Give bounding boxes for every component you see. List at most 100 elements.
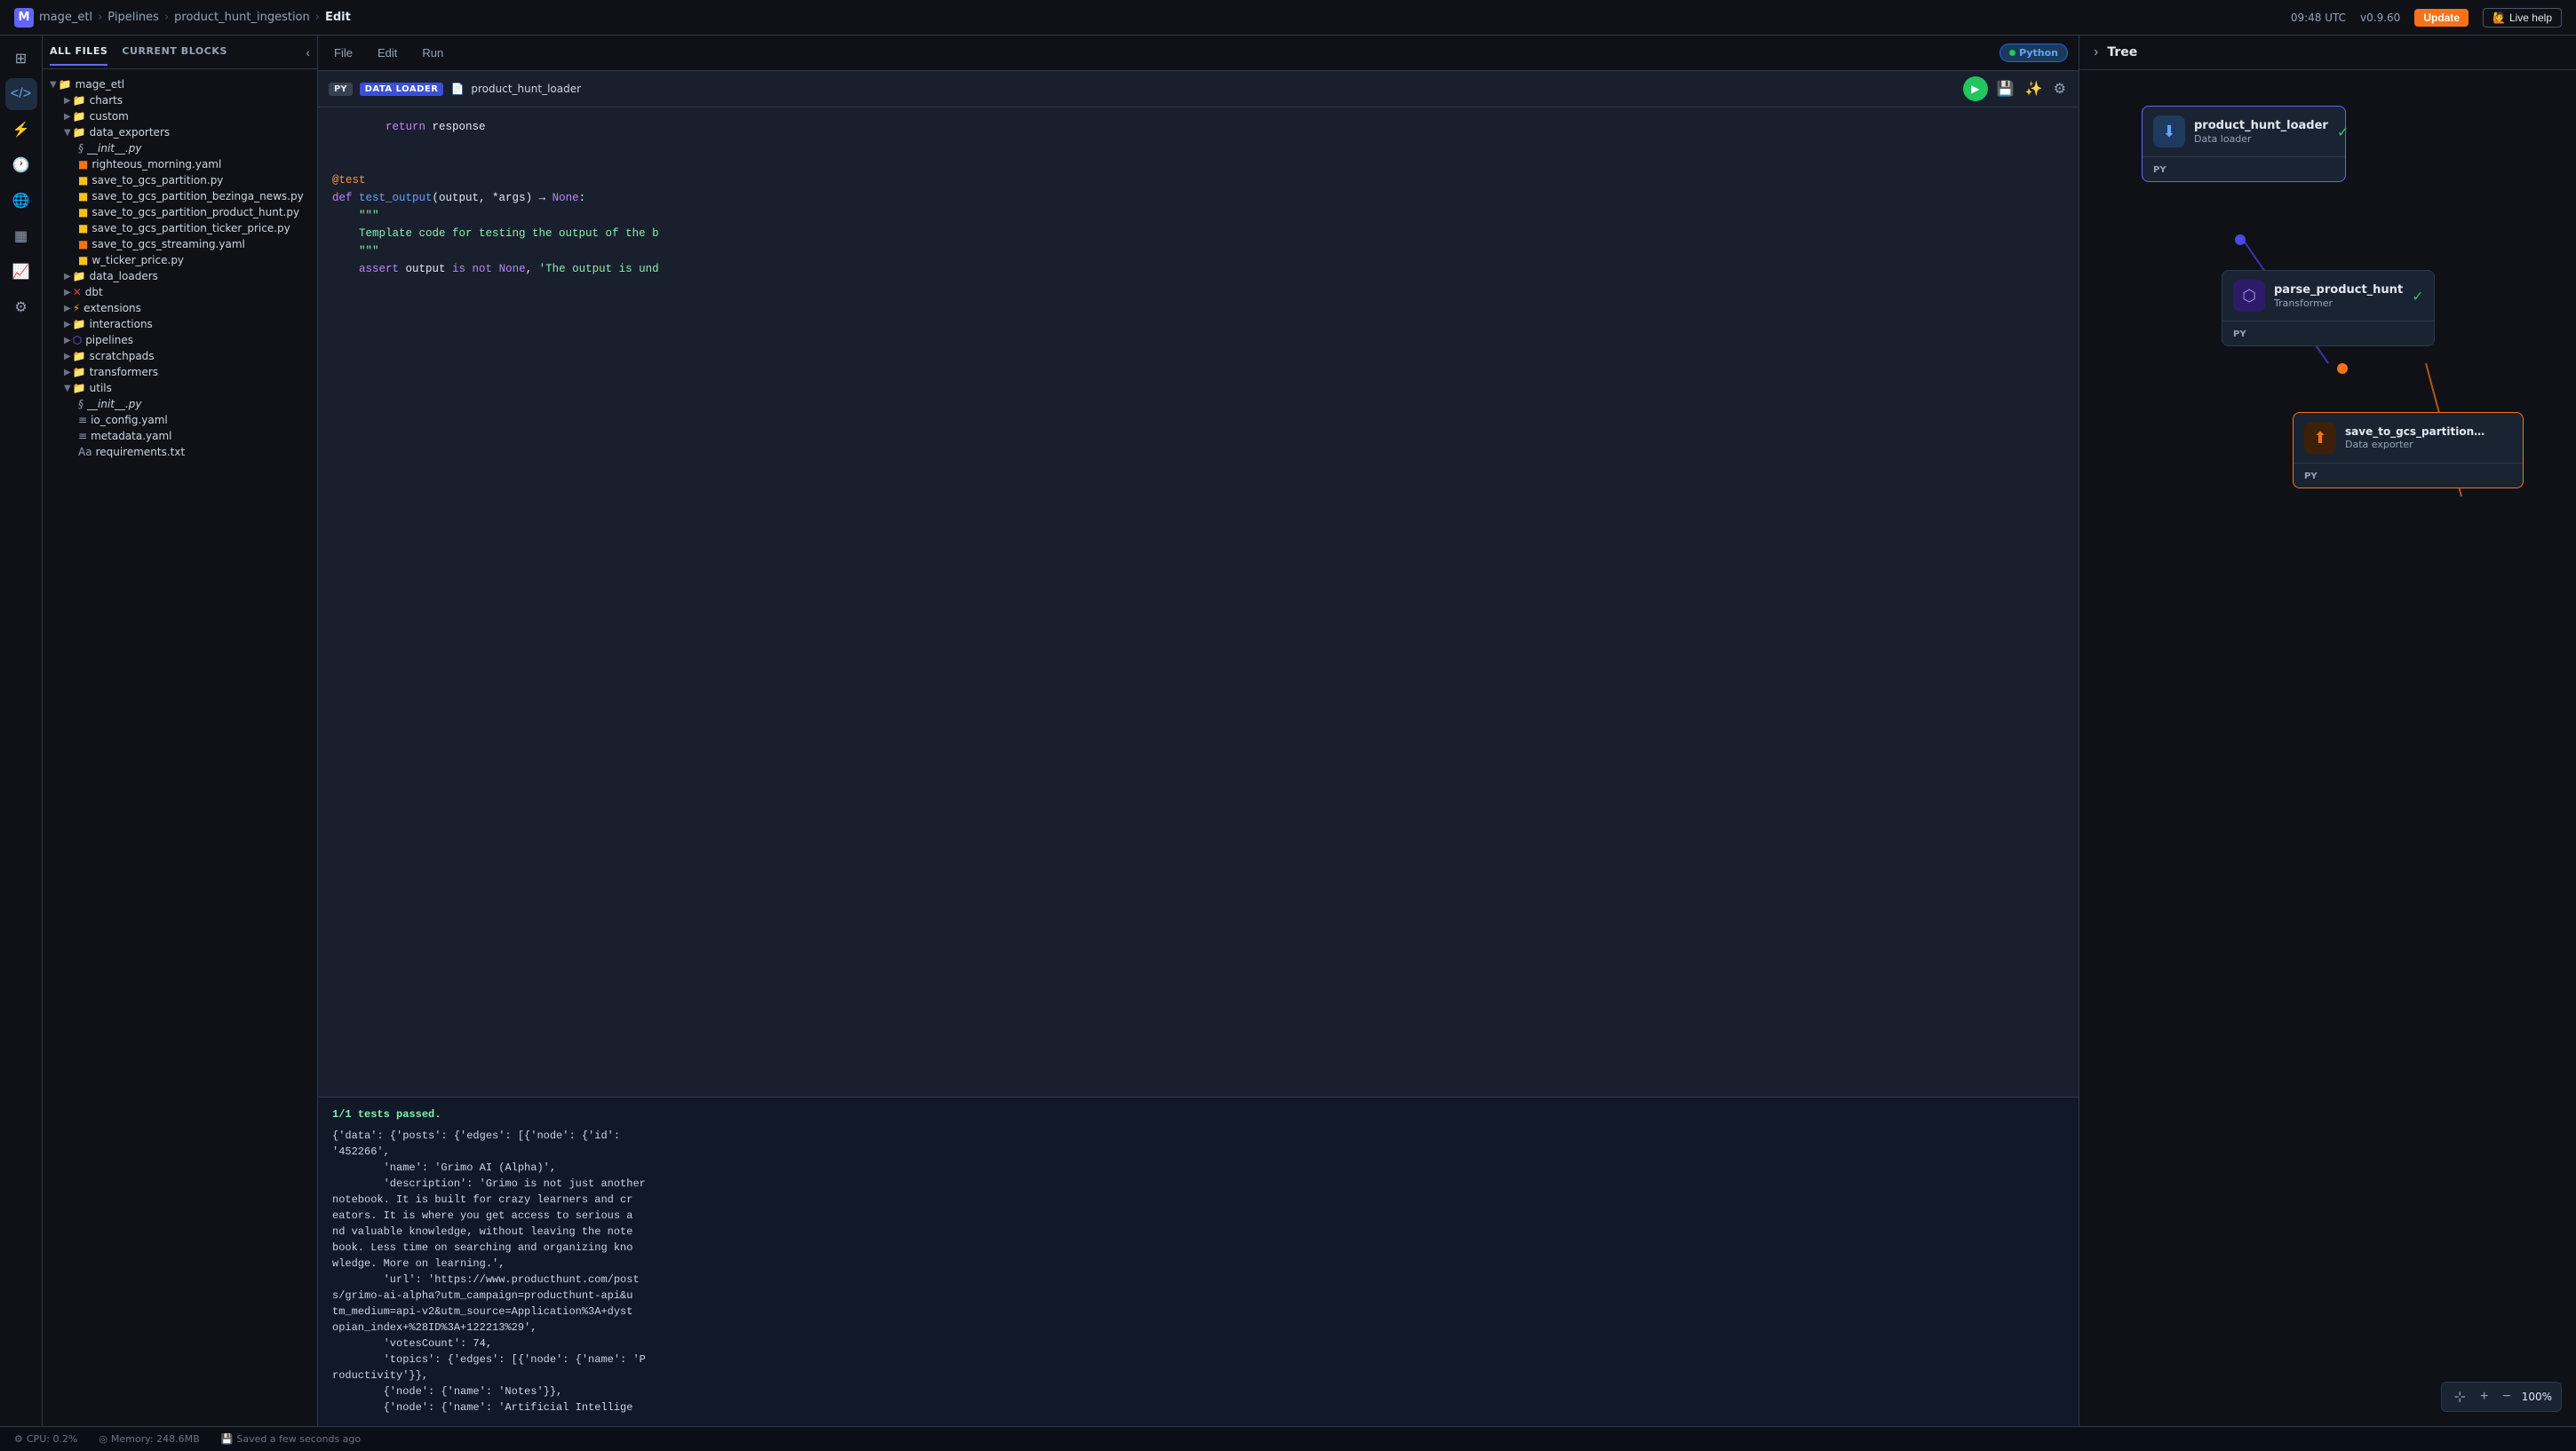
tree-item-requirements[interactable]: Aa requirements.txt	[43, 444, 317, 460]
tree-item-save-gcs-product-hunt[interactable]: ■ save_to_gcs_partition_product_hunt.py	[43, 204, 317, 220]
file-tree-body: ▼ 📁 mage_etl ▶ 📁 charts ▶ 📁 custom	[43, 69, 317, 1426]
tab-current-blocks[interactable]: CURRENT BLOCKS	[122, 38, 227, 66]
tree-item-save-gcs-partition[interactable]: ■ save_to_gcs_partition.py	[43, 172, 317, 188]
tree-item-utils[interactable]: ▼ 📁 utils	[43, 380, 317, 396]
run-button[interactable]: ▶	[1963, 76, 1988, 101]
tree-item-transformers[interactable]: ▶ 📁 transformers	[43, 364, 317, 380]
sidebar-icon-code[interactable]: </>	[5, 78, 37, 110]
tree-item-dbt[interactable]: ▶ ✕ dbt	[43, 284, 317, 300]
breadcrumb-item-3[interactable]: product_hunt_ingestion	[174, 11, 310, 24]
magic-action-button[interactable]: ✨	[2023, 78, 2045, 99]
block-name[interactable]: product_hunt_loader	[471, 83, 581, 95]
sidebar-icon-lightning[interactable]: ⚡	[5, 114, 37, 146]
zoom-out-button[interactable]: −	[2499, 1387, 2514, 1407]
main-layout: ⊞ </> ⚡ 🕐 🌐 ▦ 📈 ⚙ ALL FILES CURRENT BLOC…	[0, 36, 2576, 1426]
right-panel: › Tree ⬇ product_hunt_loader Data loader	[2079, 36, 2576, 1426]
tree-item-save-gcs-ticker[interactable]: ■ save_to_gcs_partition_ticker_price.py	[43, 220, 317, 236]
node-save-gcs[interactable]: ⬆ save_to_gcs_partition_product_ Data ex…	[2293, 412, 2524, 488]
zoom-fit-button[interactable]: ⊹	[2451, 1386, 2469, 1407]
right-panel-header: › Tree	[2079, 36, 2576, 70]
menu-run[interactable]: Run	[417, 43, 449, 63]
code-line-7: Template code for testing the output of …	[332, 225, 2064, 242]
tree-item-custom[interactable]: ▶ 📁 custom	[43, 108, 317, 124]
code-line-5: def test_output(output, *args) → None:	[332, 189, 2064, 207]
breadcrumb-item-1[interactable]: mage_etl	[39, 11, 92, 24]
menu-file[interactable]: File	[329, 43, 358, 63]
right-panel-expand-button[interactable]: ›	[2094, 44, 2098, 60]
block-actions: ▶ 💾 ✨ ⚙	[1963, 76, 2068, 101]
tree-root[interactable]: ▼ 📁 mage_etl	[43, 76, 317, 92]
node-exporter-header: ⬆ save_to_gcs_partition_product_ Data ex…	[2294, 413, 2523, 463]
sidebar-icon-settings[interactable]: ⚙	[5, 291, 37, 323]
block-type-badge: DATA LOADER	[360, 83, 444, 96]
tree-item-data-exporters[interactable]: ▼ 📁 data_exporters	[43, 124, 317, 140]
node-transformer-title: parse_product_hunt	[2274, 283, 2403, 297]
sidebar-icon-grid[interactable]: ⊞	[5, 43, 37, 75]
node-parse-product-hunt[interactable]: ⬡ parse_product_hunt Transformer ✓ PY	[2222, 270, 2435, 346]
node-loader-footer: PY	[2143, 156, 2345, 181]
live-help-icon: 🙋	[2493, 12, 2506, 24]
output-area: 1/1 tests passed. {'data': {'posts': {'e…	[318, 1097, 2079, 1426]
tree-item-init-utils[interactable]: § __init__.py	[43, 396, 317, 412]
code-line-3	[332, 154, 2064, 171]
node-transformer-subtitle: Transformer	[2274, 297, 2403, 309]
node-loader-subtitle: Data loader	[2194, 133, 2328, 145]
code-line-4: @test	[332, 171, 2064, 189]
save-action-button[interactable]: 💾	[1995, 78, 2016, 99]
connector-transformer-out	[2337, 363, 2348, 374]
tab-all-files[interactable]: ALL FILES	[50, 38, 107, 66]
tree-item-init-data-exporters[interactable]: § __init__.py	[43, 140, 317, 156]
tree-item-extensions[interactable]: ▶ ⚡ extensions	[43, 300, 317, 316]
sidebar-icon-globe[interactable]: 🌐	[5, 185, 37, 217]
header-time: 09:48 UTC	[2291, 12, 2346, 24]
memory-icon: ◎	[99, 1433, 107, 1445]
python-badge[interactable]: Python	[2000, 44, 2068, 62]
code-line-8: """	[332, 242, 2064, 260]
tree-item-righteous-morning[interactable]: ■ righteous_morning.yaml	[43, 156, 317, 172]
node-exporter-subtitle: Data exporter	[2345, 439, 2487, 450]
editor-toolbar: File Edit Run Python	[318, 36, 2079, 71]
node-exporter-icon: ⬆	[2304, 422, 2336, 454]
settings-action-button[interactable]: ⚙	[2052, 78, 2068, 99]
breadcrumb-item-2[interactable]: Pipelines	[107, 11, 159, 24]
tree-item-save-gcs-bezinga[interactable]: ■ save_to_gcs_partition_bezinga_news.py	[43, 188, 317, 204]
tree-item-data-loaders[interactable]: ▶ 📁 data_loaders	[43, 268, 317, 284]
update-button[interactable]: Update	[2414, 9, 2469, 27]
tree-item-w-ticker[interactable]: ■ w_ticker_price.py	[43, 252, 317, 268]
breadcrumb: M mage_etl › Pipelines › product_hunt_in…	[14, 8, 351, 28]
sidebar-icon-clock[interactable]: 🕐	[5, 149, 37, 181]
connector-loader-out	[2235, 234, 2246, 245]
status-bar: ⚙ CPU: 0.2% ◎ Memory: 248.6MB 💾 Saved a …	[0, 1426, 2576, 1451]
tree-item-charts[interactable]: ▶ 📁 charts	[43, 92, 317, 108]
tree-item-pipelines[interactable]: ▶ ⬡ pipelines	[43, 332, 317, 348]
node-product-hunt-loader[interactable]: ⬇ product_hunt_loader Data loader ✓ PY	[2142, 106, 2346, 182]
menu-edit[interactable]: Edit	[372, 43, 402, 63]
status-memory: ◎ Memory: 248.6MB	[99, 1433, 199, 1445]
sidebar-icon-activity[interactable]: 📈	[5, 256, 37, 288]
header-version: v0.9.60	[2360, 12, 2400, 24]
breadcrumb-current: Edit	[325, 11, 351, 24]
node-exporter-footer: PY	[2294, 463, 2523, 488]
save-icon: 💾	[221, 1433, 234, 1445]
tree-item-interactions[interactable]: ▶ 📁 interactions	[43, 316, 317, 332]
tree-item-save-gcs-streaming[interactable]: ■ save_to_gcs_streaming.yaml	[43, 236, 317, 252]
top-header: M mage_etl › Pipelines › product_hunt_in…	[0, 0, 2576, 36]
node-loader-header: ⬇ product_hunt_loader Data loader ✓	[2143, 107, 2345, 156]
tree-item-scratchpads[interactable]: ▶ 📁 scratchpads	[43, 348, 317, 364]
live-help-button[interactable]: 🙋 Live help	[2483, 8, 2562, 28]
icon-sidebar: ⊞ </> ⚡ 🕐 🌐 ▦ 📈 ⚙	[0, 36, 43, 1426]
cpu-icon: ⚙	[14, 1433, 23, 1445]
zoom-controls: ⊹ + − 100%	[2441, 1382, 2562, 1412]
output-data: {'data': {'posts': {'edges': [{'node': {…	[332, 1128, 2064, 1415]
code-editor[interactable]: return response @test def test_output(ou…	[318, 107, 2079, 1097]
file-tree-collapse-button[interactable]: ‹	[306, 45, 310, 59]
tree-item-io-config[interactable]: ≡ io_config.yaml	[43, 412, 317, 428]
tree-item-metadata[interactable]: ≡ metadata.yaml	[43, 428, 317, 444]
node-exporter-title: save_to_gcs_partition_product_	[2345, 425, 2487, 438]
sidebar-icon-table[interactable]: ▦	[5, 220, 37, 252]
lang-badge: PY	[329, 83, 353, 96]
zoom-in-button[interactable]: +	[2477, 1387, 2492, 1407]
block-header: PY DATA LOADER 📄 product_hunt_loader ▶ 💾…	[318, 71, 2079, 107]
node-transformer-footer: PY	[2222, 321, 2434, 345]
pipeline-canvas[interactable]: ⬇ product_hunt_loader Data loader ✓ PY ⬡	[2079, 70, 2576, 1426]
